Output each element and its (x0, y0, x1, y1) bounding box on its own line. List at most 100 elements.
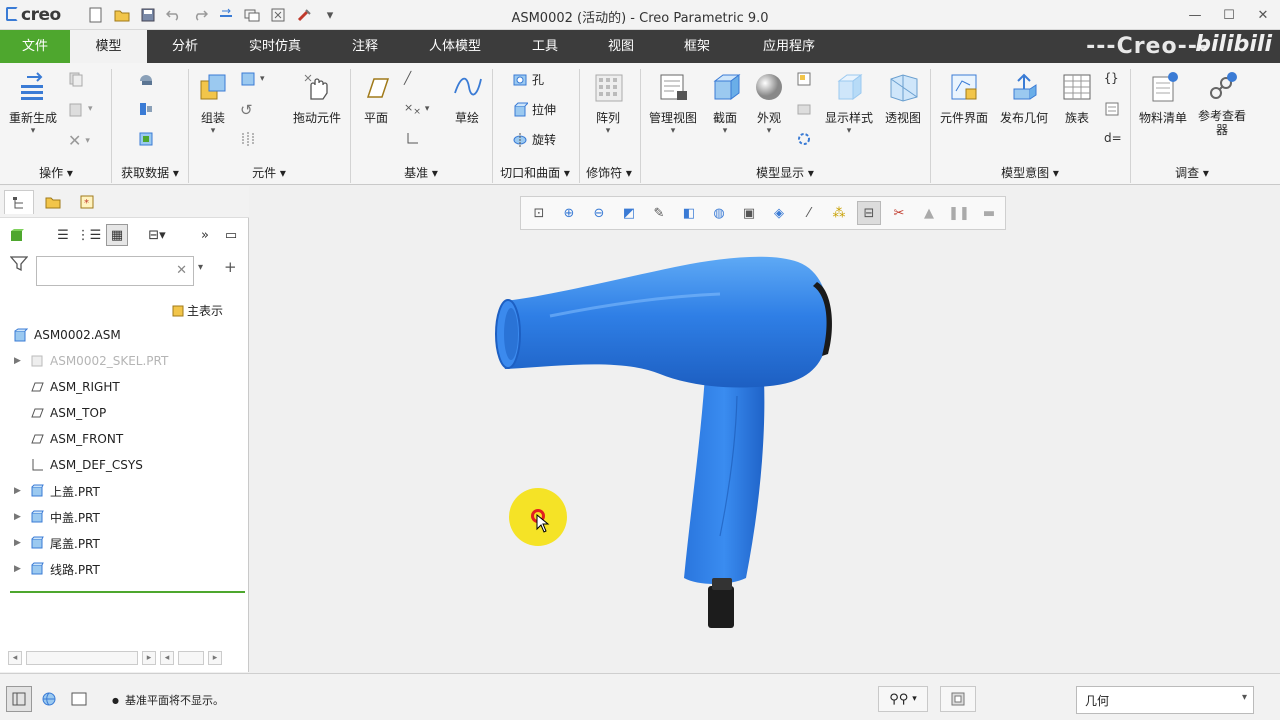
display-style-button[interactable]: 显示样式 ▾ (822, 71, 876, 136)
tree-search-box[interactable]: ✕ (36, 256, 194, 286)
plane-button[interactable]: 平面 (357, 71, 395, 126)
display-item-icon[interactable] (796, 71, 812, 87)
settings-dropdown-icon[interactable]: ⊟▾ (146, 224, 168, 246)
main-representation[interactable]: 主表示 (172, 302, 223, 319)
tree-item[interactable]: ▶ 中盖.PRT (0, 504, 249, 530)
tree-item[interactable]: ▶ 尾盖.PRT (0, 530, 249, 556)
insert-here-line[interactable] (10, 591, 245, 593)
group-modifiers[interactable]: 修饰符 ▾ (580, 164, 638, 181)
expand-arrow-icon[interactable]: ▶ (14, 538, 26, 548)
browser-globe-icon[interactable] (36, 686, 62, 712)
tab-analysis[interactable]: 分析 (147, 30, 223, 63)
scroll-left-2-icon[interactable]: ◂ (160, 651, 174, 665)
family-table-button[interactable]: 族表 (1058, 71, 1096, 126)
coordinate-system-icon[interactable] (404, 131, 420, 147)
tree-item[interactable]: ▶ 线路.PRT (0, 556, 249, 582)
delete-icon[interactable]: ✕ ▾ (68, 131, 90, 150)
model-tree-tab-icon[interactable] (4, 190, 34, 214)
scroll-left-icon[interactable]: ◂ (8, 651, 22, 665)
tab-view[interactable]: 视图 (583, 30, 659, 63)
add-icon[interactable]: + (224, 258, 237, 276)
shrinkwrap-icon[interactable] (138, 131, 154, 147)
copy-geometry-icon[interactable] (138, 101, 154, 117)
group-datum[interactable]: 基准 ▾ (352, 164, 490, 181)
component-interface-button[interactable]: 元件界面 (936, 71, 992, 126)
scroll-thumb[interactable] (26, 651, 138, 665)
scene-icon[interactable] (796, 101, 812, 117)
tree-item[interactable]: ASM_TOP (0, 400, 249, 426)
publish-geometry-button[interactable]: 发布几何 (996, 71, 1052, 126)
expand-arrow-icon[interactable]: ▶ (14, 564, 26, 574)
drag-components-button[interactable]: 拖动元件 (290, 71, 344, 126)
perspective-settings-icon[interactable] (796, 131, 812, 147)
display-icon[interactable] (6, 224, 28, 246)
pattern-button[interactable]: 阵列 ▾ (588, 71, 628, 136)
parameters-icon[interactable] (1104, 101, 1120, 117)
tree-search-input[interactable] (37, 257, 172, 285)
minimize-icon[interactable]: — (1178, 0, 1212, 30)
group-investigate[interactable]: 调查 ▾ (1132, 164, 1252, 181)
group-get-data[interactable]: 获取数据 ▾ (114, 164, 186, 181)
full-screen-icon[interactable] (66, 686, 92, 712)
search-dropdown-icon[interactable]: ▾ (198, 262, 203, 273)
favorites-tab-icon[interactable]: * (72, 190, 102, 214)
folder-browser-tab-icon[interactable] (38, 190, 68, 214)
perspective-button[interactable]: 透视图 (882, 71, 924, 126)
group-model-intent[interactable]: 模型意图 ▾ (932, 164, 1128, 181)
create-component-icon[interactable]: ▾ (240, 71, 265, 87)
group-cut-surface[interactable]: 切口和曲面 ▾ (494, 164, 576, 181)
tree-item[interactable]: ▶ ASM0002_SKEL.PRT (0, 348, 249, 374)
tree-item[interactable]: ASM0002.ASM (0, 322, 249, 348)
paste-icon[interactable]: ▾ (68, 101, 93, 117)
section-button[interactable]: 截面 ▾ (706, 71, 744, 136)
tab-framework[interactable]: 框架 (659, 30, 735, 63)
selection-filter-icon[interactable] (940, 686, 976, 712)
tab-annotate[interactable]: 注释 (327, 30, 403, 63)
switch-dimensions-icon[interactable]: d= (1104, 131, 1122, 145)
hole-button[interactable]: 孔 (512, 71, 544, 88)
group-model-display[interactable]: 模型显示 ▾ (642, 164, 928, 181)
repeat-icon[interactable]: ↺ (240, 101, 253, 119)
reference-viewer-button[interactable]: 参考查看器 (1194, 71, 1250, 137)
revolve-button[interactable]: 旋转 (512, 131, 556, 148)
assemble-button[interactable]: 组装 ▾ (193, 71, 233, 136)
tab-model[interactable]: 模型 (70, 30, 147, 63)
group-components[interactable]: 元件 ▾ (190, 164, 348, 181)
tab-manikin[interactable]: 人体模型 (403, 30, 507, 63)
tree-item[interactable]: ASM_FRONT (0, 426, 249, 452)
tab-applications[interactable]: 应用程序 (735, 30, 843, 63)
toggle-navigator-icon[interactable] (6, 686, 32, 712)
tab-tools[interactable]: 工具 (507, 30, 583, 63)
manage-views-button[interactable]: 管理视图 ▾ (646, 71, 700, 136)
tree-columns-icon[interactable]: ☰ (52, 224, 74, 246)
page-icon[interactable]: ▭ (220, 224, 242, 246)
more-chevron-icon[interactable]: » (194, 224, 216, 246)
mirror-component-icon[interactable] (240, 131, 256, 147)
selection-filter-select[interactable]: 几何 ▾ (1076, 686, 1254, 714)
sketch-button[interactable]: 草绘 (448, 71, 486, 126)
maximize-icon[interactable]: ☐ (1212, 0, 1246, 30)
tab-file[interactable]: 文件 (0, 30, 70, 63)
group-operations[interactable]: 操作 ▾ (6, 164, 106, 181)
datum-point-icon[interactable]: ×× ▾ (404, 101, 429, 117)
scroll-thumb-2[interactable] (178, 651, 204, 665)
tree-item[interactable]: ▶ 上盖.PRT (0, 478, 249, 504)
bill-of-materials-button[interactable]: 物料清单 (1136, 71, 1190, 126)
show-tree-icon[interactable]: ▦ (106, 224, 128, 246)
graphics-window[interactable]: ⊡ ⊕ ⊖ ◩ ✎ ◧ ◍ ▣ ◈ ⁄ ⁂ ⊟ ✂ ▲ ❚❚ ▬ (250, 186, 1280, 672)
tree-item[interactable]: ASM_DEF_CSYS (0, 452, 249, 478)
clear-search-icon[interactable]: ✕ (176, 263, 187, 278)
close-icon[interactable]: ✕ (1246, 0, 1280, 30)
extrude-button[interactable]: 拉伸 (512, 101, 556, 118)
expand-arrow-icon[interactable]: ▶ (14, 356, 26, 366)
expand-arrow-icon[interactable]: ▶ (14, 486, 26, 496)
tree-item[interactable]: ASM_RIGHT (0, 374, 249, 400)
filter-icon[interactable] (9, 256, 29, 275)
datum-axis-icon[interactable]: ╱ (404, 71, 411, 85)
appearance-button[interactable]: 外观 ▾ (750, 71, 788, 136)
scroll-right-2-icon[interactable]: ▸ (208, 651, 222, 665)
relations-icon[interactable]: {} (1104, 71, 1118, 85)
tree-filter-list-icon[interactable]: ⋮☰ (77, 224, 102, 246)
tab-live-simulation[interactable]: 实时仿真 (223, 30, 327, 63)
copy-icon[interactable] (68, 71, 84, 87)
